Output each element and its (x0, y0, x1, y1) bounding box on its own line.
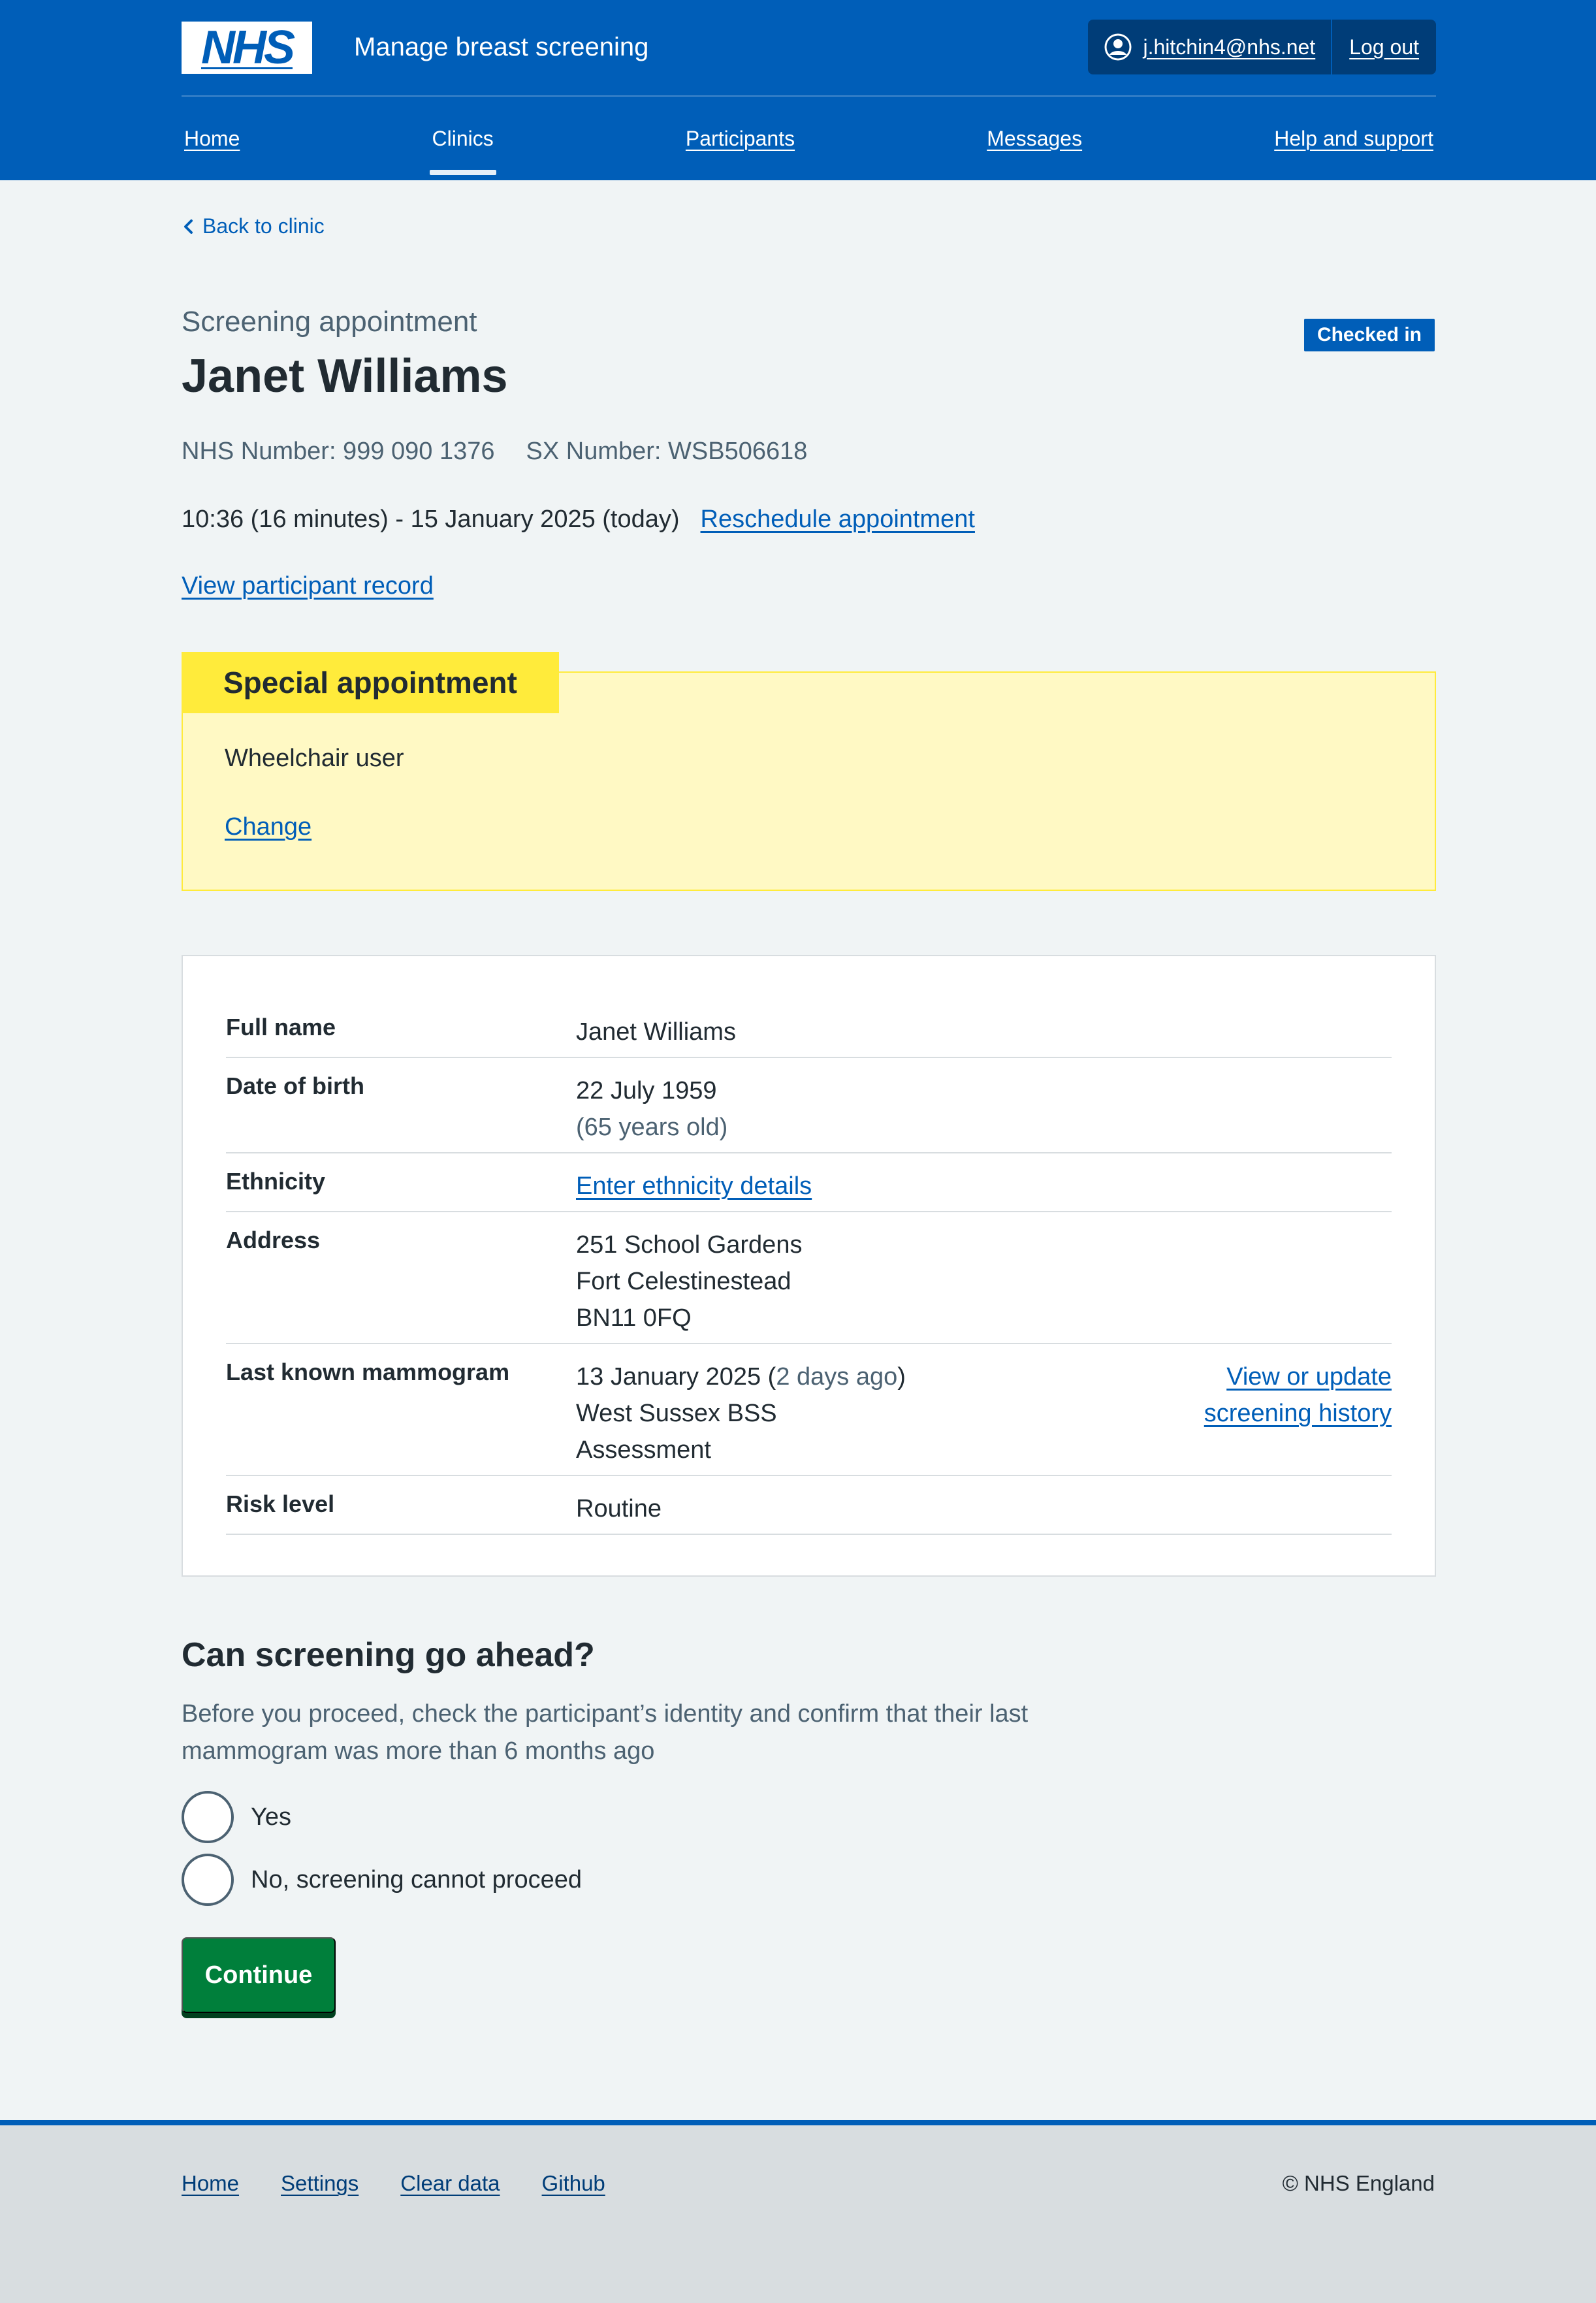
special-appointment-change-link[interactable]: Change (225, 813, 311, 841)
summary-key: Risk level (226, 1490, 335, 1517)
mammogram-type: Assessment (576, 1436, 711, 1464)
nhs-logo[interactable]: NHS (182, 22, 312, 74)
mammogram-relative: 2 days ago (776, 1363, 898, 1391)
radio-button-no[interactable] (182, 1854, 234, 1906)
dob-value: 22 July 1959 (576, 1077, 717, 1104)
footer-link-github[interactable]: Github (542, 2171, 605, 2196)
address-line: 251 School Gardens (576, 1231, 803, 1259)
chevron-left-icon (184, 219, 193, 234)
summary-key: Full name (226, 1014, 336, 1040)
copyright: © NHS England (1282, 2171, 1435, 2195)
summary-action: View or update screening history (1204, 1359, 1392, 1432)
site-footer: Home Settings Clear data Github © NHS En… (0, 2120, 1596, 2303)
radio-option-no[interactable]: No, screening cannot proceed (182, 1854, 582, 1906)
action-line: View or update (1226, 1363, 1392, 1391)
age-value: (65 years old) (576, 1114, 728, 1141)
appointment-time-row: 10:36 (16 minutes) - 15 January 2025 (to… (182, 506, 975, 534)
summary-value: Routine (576, 1490, 662, 1527)
back-link-wrapper: Back to clinic (182, 214, 325, 238)
address-line: Fort Celestinestead (576, 1268, 791, 1295)
full-name-value: Janet Williams (576, 1018, 736, 1046)
back-to-clinic-link[interactable]: Back to clinic (202, 214, 325, 238)
logout-link[interactable]: Log out (1349, 35, 1419, 59)
nav-item-messages[interactable]: Messages (984, 97, 1085, 180)
header-top: NHS Manage breast screening j.hitchin4@n… (182, 0, 1436, 97)
summary-value: 13 January 2025 (2 days ago) West Sussex… (576, 1359, 906, 1468)
primary-nav: Home Clinics Participants Messages Help … (182, 97, 1436, 180)
account-user: j.hitchin4@nhs.net (1088, 20, 1333, 74)
status-badge: Checked in (1303, 319, 1435, 351)
summary-value: 22 July 1959 (65 years old) (576, 1072, 727, 1146)
mammogram-close: ) (897, 1363, 906, 1391)
summary-value: Enter ethnicity details (576, 1168, 812, 1204)
radio-button-yes[interactable] (182, 1791, 234, 1843)
mammogram-date: 13 January 2025 (2 days ago) (576, 1359, 906, 1395)
user-email-link[interactable]: j.hitchin4@nhs.net (1143, 35, 1315, 59)
radio-label-no: No, screening cannot proceed (251, 1865, 582, 1893)
page-title: Janet Williams (182, 350, 508, 402)
participant-identifiers: NHS Number: 999 090 1376 SX Number: WSB5… (182, 438, 807, 466)
footer-links: Home Settings Clear data Github (182, 2171, 647, 2196)
user-icon (1104, 33, 1132, 61)
summary-key: Address (226, 1227, 321, 1253)
risk-value: Routine (576, 1495, 662, 1522)
service-name: Manage breast screening (354, 33, 649, 61)
appointment-time: 10:36 (16 minutes) - 15 January 2025 (to… (182, 506, 680, 533)
nhs-logo-text: NHS (200, 22, 295, 74)
logout-wrapper: Log out (1332, 20, 1436, 74)
summary-key: Ethnicity (226, 1168, 326, 1195)
summary-row-full-name: Full name Janet Williams (226, 999, 1392, 1058)
summary-key: Last known mammogram (226, 1359, 510, 1385)
nav-item-clinics[interactable]: Clinics (429, 97, 496, 180)
screening-question-title: Can screening go ahead? (182, 1636, 595, 1674)
view-update-screening-history-link[interactable]: View or update screening history (1204, 1363, 1392, 1427)
continue-button[interactable]: Continue (182, 1937, 336, 2013)
summary-row-last-mammogram: Last known mammogram 13 January 2025 (2 … (226, 1344, 1392, 1476)
address-line: BN11 0FQ (576, 1304, 692, 1332)
summary-value: 251 School Gardens Fort Celestinestead B… (576, 1227, 802, 1336)
footer-link-home[interactable]: Home (182, 2171, 239, 2196)
footer-link-clear-data[interactable]: Clear data (400, 2171, 500, 2196)
nav-item-participants[interactable]: Participants (683, 97, 797, 180)
action-line: screening history (1204, 1400, 1392, 1427)
nav-item-home[interactable]: Home (182, 97, 242, 180)
sx-number: SX Number: WSB506618 (526, 438, 808, 465)
special-appointment-detail: Wheelchair user (225, 745, 404, 772)
enter-ethnicity-link[interactable]: Enter ethnicity details (576, 1172, 812, 1200)
summary-row-ethnicity: Ethnicity Enter ethnicity details (226, 1153, 1392, 1212)
summary-row-address: Address 251 School Gardens Fort Celestin… (226, 1212, 1392, 1344)
site-header: NHS Manage breast screening j.hitchin4@n… (0, 0, 1596, 180)
account-menu: j.hitchin4@nhs.net Log out (1088, 20, 1436, 74)
reschedule-appointment-link[interactable]: Reschedule appointment (701, 506, 975, 534)
participant-summary-card: Full name Janet Williams Date of birth 2… (182, 955, 1436, 1577)
summary-row-dob: Date of birth 22 July 1959 (65 years old… (226, 1058, 1392, 1153)
radio-label-yes: Yes (251, 1803, 291, 1831)
nav-item-help[interactable]: Help and support (1271, 97, 1436, 180)
footer-link-settings[interactable]: Settings (281, 2171, 359, 2196)
view-participant-record-link[interactable]: View participant record (182, 572, 434, 600)
mammogram-date-text: 13 January 2025 ( (576, 1363, 776, 1391)
page-caption: Screening appointment (182, 306, 477, 338)
summary-key: Date of birth (226, 1072, 364, 1099)
screening-question-hint: Before you proceed, check the participan… (182, 1700, 1029, 1765)
summary-value: Janet Williams (576, 1014, 736, 1050)
summary-row-risk-level: Risk level Routine (226, 1476, 1392, 1535)
special-appointment-heading: Special appointment (182, 652, 559, 713)
mammogram-location: West Sussex BSS (576, 1400, 777, 1427)
radio-option-yes[interactable]: Yes (182, 1791, 291, 1843)
nhs-number: NHS Number: 999 090 1376 (182, 438, 495, 465)
